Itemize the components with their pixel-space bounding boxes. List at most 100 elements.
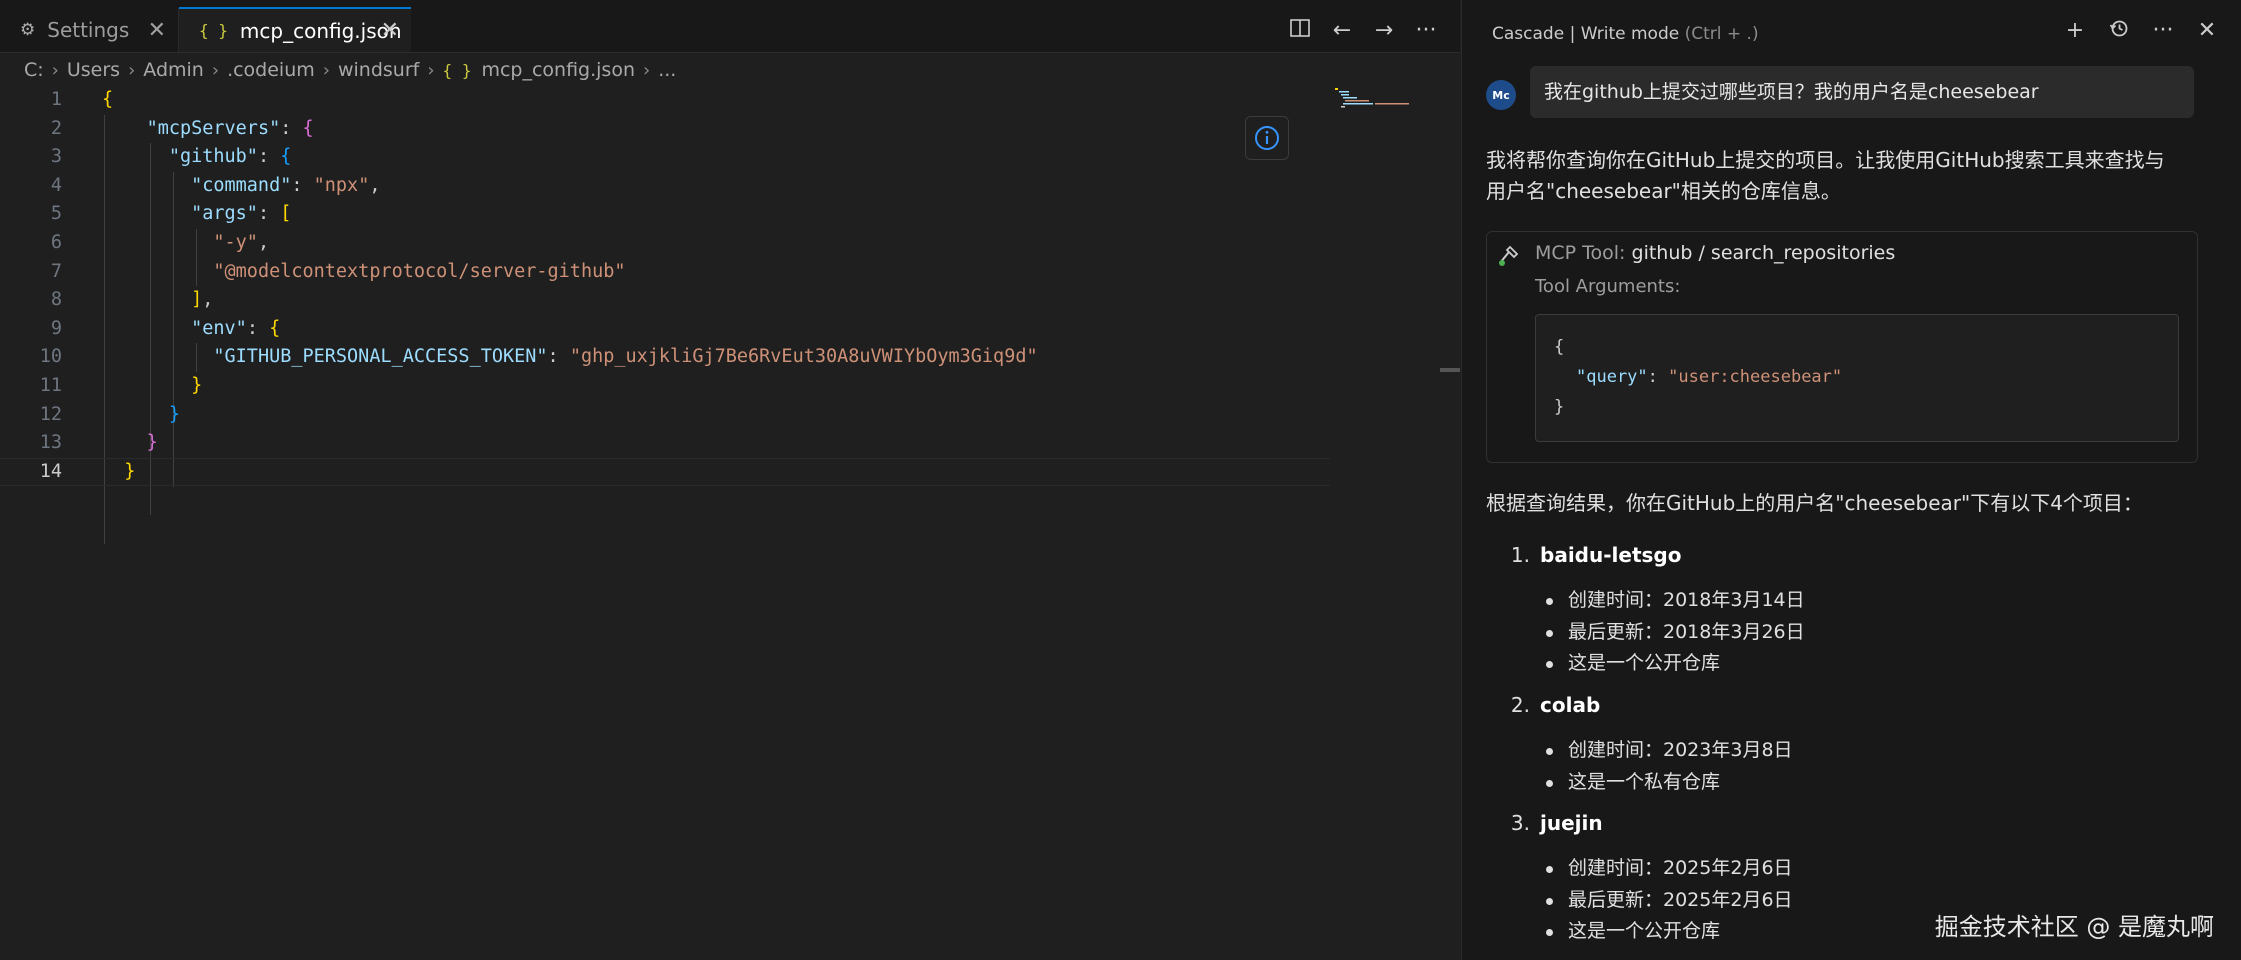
code-token: "command" (191, 174, 292, 196)
code-line[interactable]: 10 "GITHUB_PERSONAL_ACCESS_TOKEN": "ghp_… (0, 343, 1330, 372)
code-line[interactable]: 5 "args": [ (0, 200, 1330, 229)
tab-bar: ⚙ Settings ✕ { } mcp_config.json ✕ (0, 7, 1460, 53)
tab-settings[interactable]: ⚙ Settings ✕ (0, 8, 179, 52)
repo-detail: 创建时间：2023年3月8日 (1486, 735, 1793, 767)
mcp-tool-card[interactable]: MCP Tool: github / search_repositories T… (1486, 231, 2198, 463)
repo-name-text: juejin (1540, 811, 1603, 835)
args-close-brace: } (1554, 397, 1565, 417)
breadcrumb-item[interactable]: C: (24, 59, 44, 81)
line-content: } (102, 458, 135, 487)
list-number: 2. (1510, 693, 1530, 717)
line-content: ], (102, 286, 213, 315)
tool-label: MCP Tool: (1535, 242, 1626, 264)
more-actions-icon[interactable]: ··· (1412, 18, 1440, 43)
user-message[interactable]: 我在github上提交过哪些项目？我的用户名是cheesebear (1530, 66, 2194, 118)
line-content: } (102, 372, 202, 401)
code-editor[interactable]: 1{2 "mcpServers": {3 "github": {4 "comma… (0, 86, 1330, 544)
line-number: 2 (50, 117, 62, 139)
breadcrumb-item[interactable]: ... (658, 59, 676, 81)
repo-name: 3. juejin (1486, 811, 1603, 835)
split-editor-icon[interactable] (1286, 18, 1314, 43)
breadcrumb-item[interactable]: .codeium (227, 59, 315, 81)
line-content: "GITHUB_PERSONAL_ACCESS_TOKEN": "ghp_uxj… (102, 343, 1037, 372)
info-button[interactable] (1245, 116, 1289, 160)
more-options-icon[interactable]: ··· (2148, 18, 2178, 44)
repo-details: 创建时间：2018年3月14日 最后更新：2018年3月26日 这是一个公开仓库 (1486, 585, 1805, 680)
code-line[interactable]: 3 "github": { (0, 143, 1330, 172)
line-content: "mcpServers": { (102, 115, 314, 144)
code-line[interactable]: 6 "-y", (0, 229, 1330, 258)
code-line[interactable]: 11 } (0, 372, 1330, 401)
arrow-right-icon[interactable]: → (1370, 18, 1398, 43)
user-message-row: Mc 我在github上提交过哪些项目？我的用户名是cheesebear (1486, 66, 2194, 120)
hammer-icon (1499, 245, 1519, 266)
close-icon[interactable]: ✕ (148, 18, 166, 43)
breadcrumb-item[interactable]: mcp_config.json (481, 59, 635, 81)
tool-name: github / search_repositories (1631, 242, 1896, 264)
line-content: "github": { (102, 143, 292, 172)
new-chat-plus-icon[interactable]: + (2060, 18, 2090, 44)
line-number: 1 (50, 89, 62, 110)
breadcrumb-item[interactable]: windsurf (338, 59, 419, 81)
tab-mcp-config[interactable]: { } mcp_config.json ✕ (179, 7, 411, 52)
cascade-title-text: Cascade | Write mode (1492, 24, 1680, 44)
code-token: "npx" (313, 174, 370, 196)
repo-name-text: colab (1540, 693, 1601, 717)
line-number: 12 (39, 403, 62, 425)
repo-name-text: baidu-letsgo (1540, 543, 1682, 567)
code-line[interactable]: 9 "env": { (0, 315, 1330, 344)
settings-icon: ⚙ (20, 20, 36, 40)
history-icon[interactable] (2104, 18, 2134, 44)
line-number: 4 (50, 174, 62, 196)
args-colon: : (1647, 367, 1669, 387)
repo-detail: 创建时间：2025年2月6日 (1486, 853, 1793, 885)
code-line[interactable]: 1{ (0, 86, 1330, 115)
code-line[interactable]: 2 "mcpServers": { (0, 115, 1330, 144)
list-number: 3. (1510, 811, 1530, 835)
code-token: : (246, 317, 270, 339)
minimap[interactable] (1335, 86, 1415, 116)
line-content: "env": { (102, 315, 280, 344)
code-line[interactable]: 12 } (0, 401, 1330, 430)
close-icon[interactable]: ✕ (381, 18, 399, 43)
line-number: 13 (39, 432, 62, 454)
assistant-reply-line: 用户名"cheesebear"相关的仓库信息。 (1486, 179, 1841, 203)
breadcrumb-item[interactable]: Admin (143, 59, 204, 81)
code-line[interactable]: 8 ], (0, 286, 1330, 315)
info-icon (1255, 126, 1279, 150)
editor-area: ⚙ Settings ✕ { } mcp_config.json ✕ ← → ·… (0, 0, 1460, 960)
code-token: } (191, 374, 203, 396)
code-line[interactable]: 7 "@modelcontextprotocol/server-github" (0, 258, 1330, 287)
line-content: "args": [ (102, 200, 291, 229)
code-token: : (257, 203, 281, 225)
tool-arguments-code[interactable]: { "query": "user:cheesebear" } (1535, 314, 2179, 442)
editor-actions: ← → ··· (1286, 8, 1440, 52)
line-content: } (102, 429, 158, 458)
watermark: 掘金技术社区 @ 是魔丸啊 (1934, 913, 2214, 941)
code-line[interactable]: 14 } (0, 458, 1330, 487)
code-line[interactable]: 13 } (0, 429, 1330, 458)
tab-mcp-config-label: mcp_config.json (239, 18, 402, 43)
list-number: 1. (1510, 543, 1530, 567)
code-token: "@modelcontextprotocol/server-github" (213, 260, 626, 282)
chevron-right-icon: › (128, 59, 136, 81)
repo-details: 创建时间：2025年2月6日 最后更新：2025年2月6日 这是一个公开仓库 (1486, 853, 1793, 948)
assistant-reply-line: 我将帮你查询你在GitHub上提交的项目。让我使用GitHub搜索工具来查找与 (1486, 148, 2165, 172)
breadcrumb-item[interactable]: Users (67, 59, 120, 81)
line-number: 11 (39, 374, 62, 396)
cascade-header: Cascade | Write mode (Ctrl + .) + ··· ✕ (1462, 8, 2241, 60)
code-line[interactable]: 4 "command": "npx", (0, 172, 1330, 201)
chevron-right-icon: › (427, 59, 435, 81)
code-token: { (302, 117, 314, 139)
cascade-actions: + ··· ✕ (2060, 18, 2222, 44)
close-icon[interactable]: ✕ (2192, 18, 2222, 44)
arrow-left-icon[interactable]: ← (1328, 18, 1356, 43)
vertical-scrollbar[interactable] (1440, 368, 1460, 372)
